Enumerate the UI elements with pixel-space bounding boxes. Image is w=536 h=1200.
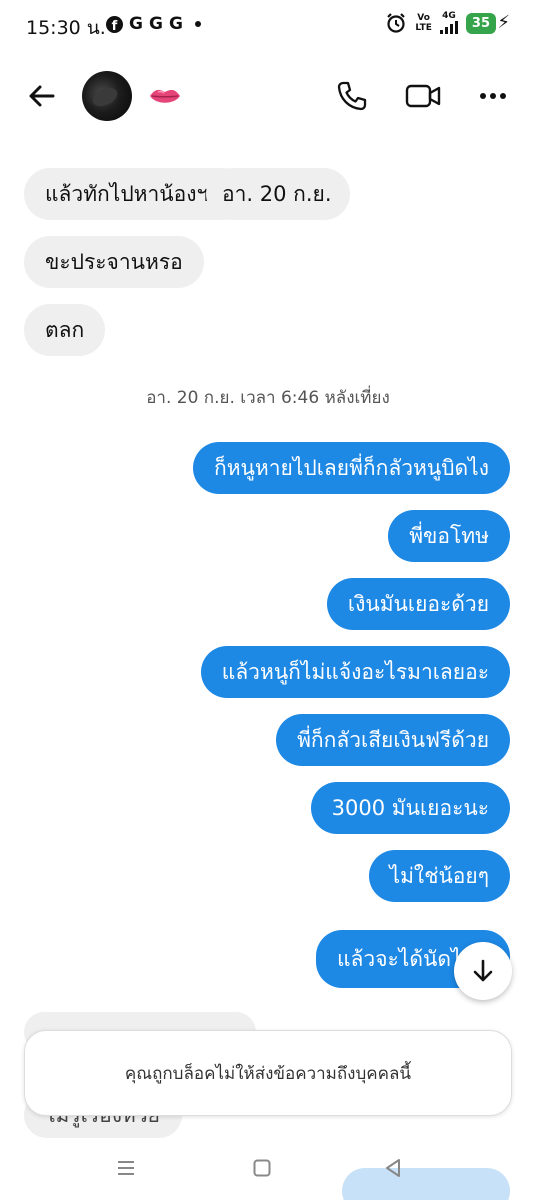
facebook-icon: f [106, 15, 123, 33]
contact-avatar[interactable] [82, 71, 132, 121]
scroll-to-bottom-button[interactable] [454, 942, 512, 1000]
outgoing-message[interactable]: แล้วหนูก็ไม่แจ้งอะไรมาเลยอะ [200, 646, 510, 698]
blocked-notice: คุณถูกบล็อคไม่ให้ส่งข้อความถึงบุคคลนี้ [24, 1030, 512, 1116]
signal-bars-icon [439, 21, 458, 34]
incoming-message[interactable]: ตลก [24, 304, 106, 356]
arrow-down-icon [473, 959, 493, 982]
home-icon[interactable] [252, 1158, 272, 1178]
network-type: 4G [442, 11, 456, 21]
chat-header [0, 60, 536, 132]
phone-call-icon[interactable] [334, 78, 370, 114]
volte-indicator: Vo LTE [415, 13, 432, 33]
outgoing-message[interactable]: ไม่ใช่น้อยๆ [368, 850, 510, 902]
signal-indicator: 4G [439, 11, 458, 34]
system-navigation-bar [0, 1148, 536, 1200]
back-arrow-icon[interactable] [22, 76, 62, 116]
outgoing-message[interactable]: พี่ขอโทษ [388, 510, 510, 562]
lips-emoji-icon[interactable] [148, 84, 182, 108]
outgoing-message[interactable]: พี่ก็กลัวเสียเงินฟรีด้วย [276, 714, 510, 766]
google-icon: G [148, 14, 163, 34]
message-timestamp-overlay: อา. 20 ก.ย. [206, 168, 350, 220]
back-triangle-icon[interactable] [382, 1157, 404, 1179]
status-time: 15:30 น. [26, 17, 106, 39]
video-call-icon[interactable] [404, 80, 442, 112]
charging-icon: ⚡ [497, 12, 510, 33]
google-icon: G [129, 14, 143, 34]
status-indicators: Vo LTE 4G 35 [385, 12, 496, 34]
recent-apps-icon[interactable] [116, 1158, 136, 1178]
more-notifications-dot [194, 21, 201, 27]
notification-icons: f G G G [106, 14, 201, 34]
battery-indicator: 35 [465, 12, 496, 34]
more-options-icon[interactable] [476, 82, 510, 110]
outgoing-message[interactable]: 3000 มันเยอะนะ [310, 782, 510, 834]
outgoing-message[interactable]: ก็หนูหายไปเลยพี่ก็กลัวหนูบิดไง [192, 442, 510, 494]
incoming-message[interactable]: ขะประจานหรอ [24, 236, 204, 288]
google-icon: G [168, 14, 183, 34]
date-separator: อา. 20 ก.ย. เวลา 6:46 หลังเที่ยง [146, 388, 390, 408]
outgoing-message[interactable]: เงินมันเยอะด้วย [326, 578, 510, 630]
alarm-icon [387, 13, 406, 33]
status-bar: 15:30 น. f G G G Vo LTE 4G 35 ⚡ [0, 0, 536, 48]
